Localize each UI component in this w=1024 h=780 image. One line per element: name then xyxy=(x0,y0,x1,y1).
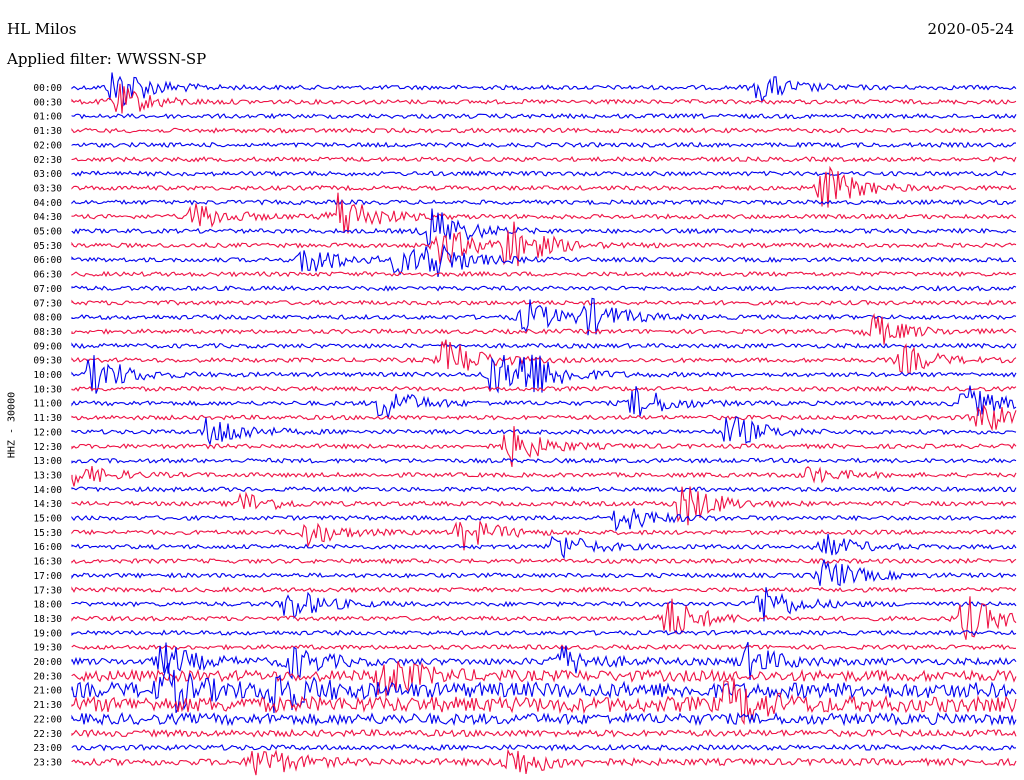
trace-group xyxy=(71,72,1017,776)
row-time-label: 05:00 xyxy=(33,227,62,238)
row-time-label: 03:00 xyxy=(33,169,62,180)
row-time-label: 17:00 xyxy=(33,571,62,582)
row-time-label: 06:00 xyxy=(33,255,62,266)
row-time-label: 23:00 xyxy=(33,743,62,754)
row-time-label: 06:30 xyxy=(33,270,62,281)
row-time-label: 04:30 xyxy=(33,212,62,223)
row-time-label: 08:30 xyxy=(33,327,62,338)
trace-row-0400 xyxy=(71,199,1017,206)
trace-row-0130 xyxy=(71,127,1017,134)
trace-row-2300 xyxy=(71,743,1017,752)
row-time-label: 11:00 xyxy=(33,399,62,410)
row-time-label: 21:00 xyxy=(33,686,62,697)
row-time-label: 00:00 xyxy=(33,83,62,94)
trace-row-1400 xyxy=(71,485,1017,493)
row-time-label: 13:00 xyxy=(33,456,62,467)
row-time-label: 04:00 xyxy=(33,198,62,209)
row-time-label: 09:00 xyxy=(33,341,62,352)
row-time-label: 12:00 xyxy=(33,427,62,438)
trace-row-0730 xyxy=(71,299,1017,307)
trace-row-1630 xyxy=(71,557,1017,565)
row-time-label: 00:30 xyxy=(33,97,62,108)
row-time-label: 07:00 xyxy=(33,284,62,295)
trace-row-1030 xyxy=(71,385,1017,393)
row-time-label: 23:30 xyxy=(33,757,62,768)
trace-row-1600 xyxy=(71,533,1017,560)
row-time-label: 22:30 xyxy=(33,729,62,740)
row-time-label: 08:00 xyxy=(33,313,62,324)
tick-label-group: 00:00 00:30 01:00 01:30 02:00 02:30 03:00 03:30… xyxy=(33,83,62,768)
trace-row-1200 xyxy=(71,416,1017,447)
trace-row-0630 xyxy=(71,270,1017,278)
trace-row-1330 xyxy=(71,466,1017,487)
trace-row-0900 xyxy=(71,342,1017,350)
row-time-label: 15:30 xyxy=(33,528,62,539)
trace-row-1300 xyxy=(71,457,1017,464)
row-time-label: 14:30 xyxy=(33,499,62,510)
row-time-label: 10:00 xyxy=(33,370,62,381)
row-time-label: 09:30 xyxy=(33,356,62,367)
trace-row-1130 xyxy=(71,404,1017,432)
row-time-label: 19:00 xyxy=(33,628,62,639)
trace-row-0430 xyxy=(71,192,1017,234)
trace-row-0300 xyxy=(71,170,1017,177)
row-time-label: 22:00 xyxy=(33,714,62,725)
row-time-label: 16:30 xyxy=(33,557,62,568)
row-time-label: 21:30 xyxy=(33,700,62,711)
trace-row-1800 xyxy=(71,587,1017,622)
row-time-label: 11:30 xyxy=(33,413,62,424)
row-time-label: 05:30 xyxy=(33,241,62,252)
trace-row-2230 xyxy=(71,728,1017,738)
trace-row-0530 xyxy=(71,221,1017,267)
row-time-label: 18:00 xyxy=(33,600,62,611)
trace-row-2200 xyxy=(71,711,1017,727)
helicorder-plot: 00:00 00:30 01:00 01:30 02:00 02:30 03:00 03:30… xyxy=(33,72,1017,776)
trace-row-0600 xyxy=(71,243,1017,277)
row-time-label: 01:00 xyxy=(33,112,62,123)
trace-row-1430 xyxy=(71,486,1017,526)
row-time-label: 17:30 xyxy=(33,585,62,596)
trace-row-0700 xyxy=(71,285,1017,292)
row-time-label: 14:00 xyxy=(33,485,62,496)
row-time-label: 10:30 xyxy=(33,384,62,395)
row-time-label: 12:30 xyxy=(33,442,62,453)
trace-row-1700 xyxy=(71,559,1017,587)
row-time-label: 19:30 xyxy=(33,643,62,654)
row-time-label: 02:00 xyxy=(33,140,62,151)
row-time-label: 03:30 xyxy=(33,183,62,194)
trace-row-1900 xyxy=(71,629,1017,637)
row-time-label: 13:30 xyxy=(33,470,62,481)
row-time-label: 15:00 xyxy=(33,514,62,525)
row-time-label: 20:30 xyxy=(33,671,62,682)
trace-row-2330 xyxy=(71,748,1017,776)
row-time-label: 02:30 xyxy=(33,155,62,166)
trace-row-0200 xyxy=(71,141,1016,149)
row-time-label: 01:30 xyxy=(33,126,62,137)
trace-row-0230 xyxy=(71,156,1017,163)
row-time-label: 16:00 xyxy=(33,542,62,553)
row-time-label: 18:30 xyxy=(33,614,62,625)
row-time-label: 07:30 xyxy=(33,298,62,309)
trace-row-0100 xyxy=(71,112,1017,120)
row-time-label: 20:00 xyxy=(33,657,62,668)
trace-row-1500 xyxy=(71,508,1017,532)
trace-row-0830 xyxy=(71,312,1017,345)
trace-row-1730 xyxy=(71,586,1017,593)
trace-row-1930 xyxy=(71,643,1017,651)
